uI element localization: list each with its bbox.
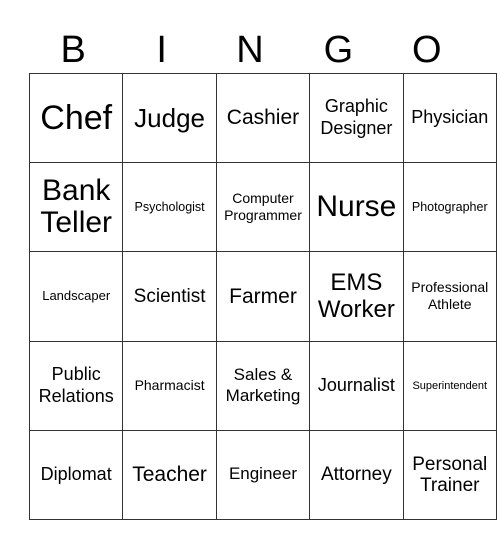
bingo-cell[interactable]: Psychologist (122, 162, 217, 253)
header-letter-g: G (323, 29, 354, 71)
header-letter-b: B (60, 29, 86, 71)
grid-row: Public Relations Pharmacist Sales & Mark… (28, 340, 497, 431)
bingo-header: B I N G O (29, 28, 471, 72)
bingo-cell[interactable]: Sales & Marketing (215, 340, 311, 431)
bingo-cell[interactable]: Chef (28, 72, 124, 164)
bingo-cell[interactable]: Pharmacist (122, 340, 217, 431)
bingo-cell[interactable]: Physician (402, 72, 497, 164)
bingo-cell[interactable]: Computer Programmer (215, 162, 311, 253)
bingo-cell[interactable]: Diplomat (28, 429, 124, 520)
bingo-cell[interactable]: Attorney (309, 429, 404, 520)
bingo-cell[interactable]: EMS Worker (309, 251, 404, 342)
header-letter-i: I (156, 29, 167, 71)
grid-row: Landscaper Scientist Farmer EMS Worker P… (28, 251, 497, 342)
bingo-cell[interactable]: Superintendent (402, 340, 497, 431)
bingo-cell[interactable]: Cashier (215, 72, 311, 164)
bingo-card-grid: Chef Judge Cashier Graphic Designer Phys… (28, 72, 497, 520)
bingo-cell[interactable]: Engineer (215, 429, 311, 520)
bingo-cell[interactable]: Farmer (215, 251, 311, 342)
header-letter-n: N (236, 29, 264, 71)
bingo-cell[interactable]: Photographer (402, 162, 497, 253)
grid-row: Bank Teller Psychologist Computer Progra… (28, 162, 497, 253)
bingo-cell[interactable]: Journalist (309, 340, 404, 431)
bingo-cell[interactable]: Bank Teller (28, 162, 124, 253)
bingo-cell[interactable]: Nurse (309, 162, 404, 253)
bingo-cell[interactable]: Teacher (122, 429, 217, 520)
bingo-cell[interactable]: Judge (122, 72, 217, 164)
bingo-cell[interactable]: Graphic Designer (309, 72, 404, 164)
bingo-cell[interactable]: Scientist (122, 251, 217, 342)
grid-row: Chef Judge Cashier Graphic Designer Phys… (28, 72, 497, 164)
grid-row: Diplomat Teacher Engineer Attorney Perso… (28, 429, 497, 520)
header-letter-o: O (412, 29, 442, 71)
bingo-cell[interactable]: Public Relations (28, 340, 124, 431)
bingo-cell[interactable]: Landscaper (28, 251, 124, 342)
bingo-cell[interactable]: Professional Athlete (402, 251, 497, 342)
bingo-cell[interactable]: Personal Trainer (402, 429, 497, 520)
